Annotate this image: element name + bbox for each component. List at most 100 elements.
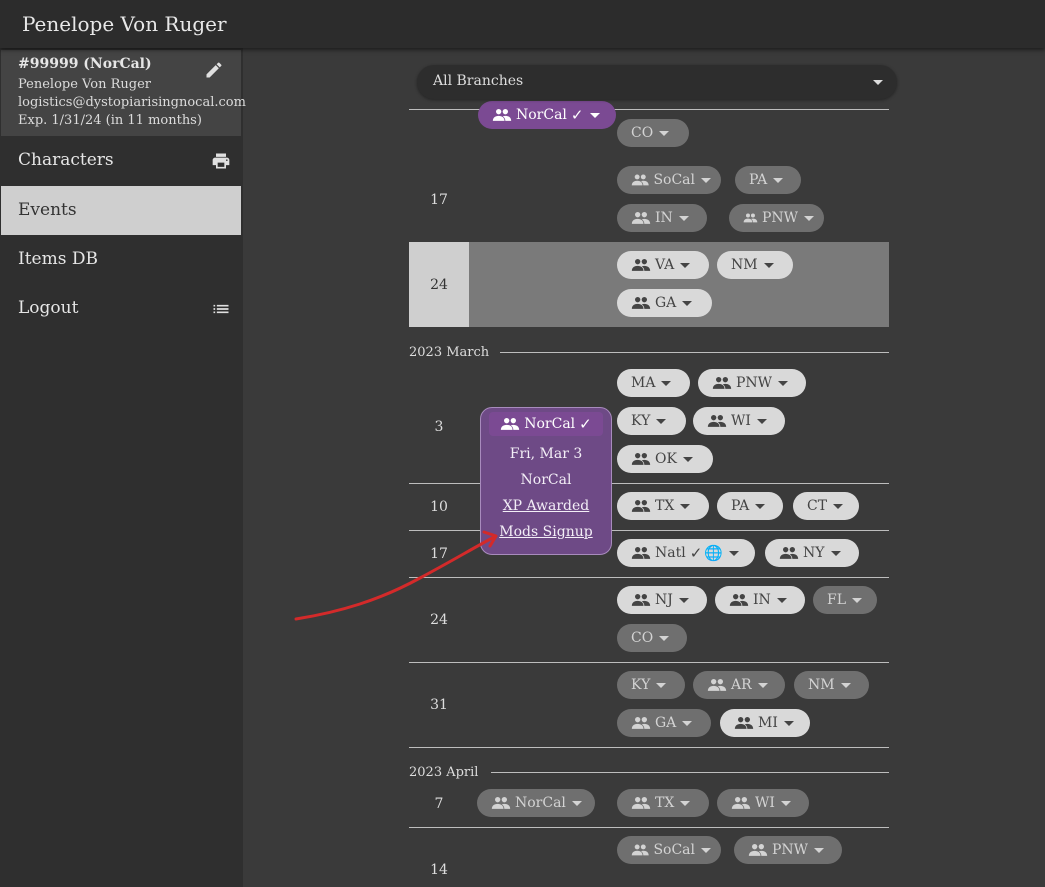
xp-awarded-link[interactable]: XP Awarded bbox=[481, 498, 611, 514]
event-chip-ga[interactable]: GA bbox=[617, 709, 711, 737]
group-icon bbox=[731, 797, 751, 809]
chip-label: FL bbox=[827, 592, 847, 608]
popup-branch: NorCal bbox=[520, 472, 572, 488]
event-popup-menu: NorCal ✓ Fri, Mar 3 NorCal XP Awarded Mo… bbox=[480, 407, 612, 555]
event-chip-ar[interactable]: AR bbox=[693, 671, 785, 699]
group-icon bbox=[743, 213, 758, 223]
check-icon: ✓ bbox=[570, 106, 584, 124]
event-chip-norcal[interactable]: NorCal ✓ bbox=[478, 101, 616, 129]
event-chip-socal[interactable]: SoCal bbox=[617, 836, 721, 864]
day-label: 3 bbox=[434, 418, 444, 435]
event-chip-pa[interactable]: PA bbox=[735, 166, 801, 194]
chip-label: IN bbox=[753, 592, 771, 608]
event-chip-mi[interactable]: MI bbox=[720, 709, 810, 737]
account-name: Penelope Von Ruger bbox=[18, 77, 151, 92]
event-chip-fl[interactable]: FL bbox=[813, 586, 877, 614]
chevron-down-icon bbox=[728, 550, 739, 556]
chevron-down-icon bbox=[833, 503, 844, 509]
chevron-down-icon bbox=[571, 800, 582, 806]
event-chip-nm[interactable]: NM bbox=[794, 671, 869, 699]
chevron-down-icon bbox=[873, 80, 883, 85]
event-chip-in[interactable]: IN bbox=[715, 586, 805, 614]
chevron-down-icon bbox=[778, 380, 789, 386]
nav-events[interactable]: Events bbox=[1, 186, 241, 235]
group-icon bbox=[631, 547, 651, 559]
mods-signup-link[interactable]: Mods Signup bbox=[481, 524, 611, 540]
pencil-icon[interactable] bbox=[204, 60, 224, 80]
chip-label: KY bbox=[631, 677, 651, 693]
printer-icon[interactable] bbox=[211, 151, 231, 171]
event-chip-co[interactable]: CO bbox=[617, 624, 687, 652]
group-icon bbox=[491, 797, 511, 809]
nav-characters[interactable]: Characters bbox=[1, 136, 241, 185]
event-chip-ky[interactable]: KY bbox=[617, 671, 685, 699]
chevron-down-icon bbox=[776, 597, 787, 603]
event-chip-norcal-open[interactable]: NorCal ✓ bbox=[489, 412, 603, 436]
group-icon bbox=[631, 259, 651, 271]
event-chip-pnw[interactable]: PNW bbox=[734, 836, 842, 864]
chip-label: GA bbox=[655, 295, 677, 311]
event-chip-nm[interactable]: NM bbox=[717, 251, 793, 279]
popup-chip-label: NorCal bbox=[524, 416, 576, 432]
event-chip-ga[interactable]: GA bbox=[617, 289, 712, 317]
event-chip-tx[interactable]: TX bbox=[617, 789, 709, 817]
group-icon bbox=[631, 453, 651, 465]
chevron-down-icon bbox=[755, 503, 766, 509]
chip-label: NM bbox=[731, 257, 758, 273]
event-chip-ok[interactable]: OK bbox=[617, 445, 713, 473]
event-chip-ny[interactable]: NY bbox=[765, 539, 859, 567]
chip-label: Natl bbox=[655, 545, 686, 561]
event-chip-va[interactable]: VA bbox=[617, 251, 709, 279]
list-icon[interactable] bbox=[211, 299, 231, 319]
month-divider bbox=[491, 772, 889, 773]
nav-logout-label: Logout bbox=[18, 298, 79, 318]
account-email: logistics@dystopiarisingnocal.com bbox=[18, 95, 246, 110]
day-label: 31 bbox=[430, 696, 448, 713]
event-chip-socal[interactable]: SoCal bbox=[617, 166, 721, 194]
day-label: 7 bbox=[434, 796, 444, 812]
chevron-down-icon bbox=[680, 800, 691, 806]
day-label: 17 bbox=[430, 545, 448, 562]
event-chip-ky[interactable]: KY bbox=[617, 407, 686, 435]
group-icon bbox=[631, 717, 651, 729]
event-chip-norcal[interactable]: NorCal bbox=[477, 789, 595, 817]
event-chip-ma[interactable]: MA bbox=[617, 369, 690, 397]
chip-label: WI bbox=[755, 795, 775, 811]
month-header: 2023 March bbox=[409, 345, 490, 360]
event-chip-wi[interactable]: WI bbox=[693, 407, 785, 435]
day-label: 24 bbox=[430, 611, 448, 628]
chip-label: IN bbox=[655, 210, 673, 226]
nav-logout[interactable]: Logout bbox=[1, 284, 241, 333]
chip-label: NorCal bbox=[516, 107, 567, 123]
event-chip-pa[interactable]: PA bbox=[717, 492, 783, 520]
account-id: #99999 (NorCal) bbox=[18, 56, 152, 72]
event-chip-natl[interactable]: Natl ✓ 🌐 bbox=[617, 539, 755, 567]
event-chip-wi[interactable]: WI bbox=[717, 789, 809, 817]
nav-items-db[interactable]: Items DB bbox=[1, 235, 241, 284]
chip-label: WI bbox=[731, 413, 751, 429]
group-icon bbox=[779, 547, 799, 559]
chevron-down-icon bbox=[678, 215, 689, 221]
event-chip-pnw[interactable]: PNW bbox=[729, 204, 824, 232]
event-chip-tx[interactable]: TX bbox=[617, 492, 709, 520]
chevron-down-icon bbox=[659, 130, 670, 136]
chevron-down-icon bbox=[840, 682, 851, 688]
chip-label: CT bbox=[807, 498, 828, 514]
group-icon bbox=[712, 377, 732, 389]
chevron-down-icon bbox=[589, 112, 600, 118]
event-chip-co[interactable]: CO bbox=[617, 119, 689, 147]
chip-label: GA bbox=[655, 715, 677, 731]
chip-label: TX bbox=[655, 795, 675, 811]
nav-events-label: Events bbox=[18, 200, 77, 220]
chevron-down-icon bbox=[852, 597, 863, 603]
event-chip-pnw[interactable]: PNW bbox=[698, 369, 806, 397]
chip-label: PA bbox=[731, 498, 750, 514]
branch-select[interactable]: All Branches bbox=[417, 65, 897, 99]
chip-label: MI bbox=[758, 715, 778, 731]
chip-label: TX bbox=[655, 498, 675, 514]
nav-characters-label: Characters bbox=[18, 150, 114, 170]
chevron-down-icon bbox=[682, 456, 693, 462]
event-chip-nj[interactable]: NJ bbox=[617, 586, 707, 614]
event-chip-in[interactable]: IN bbox=[617, 204, 707, 232]
event-chip-ct[interactable]: CT bbox=[793, 492, 859, 520]
